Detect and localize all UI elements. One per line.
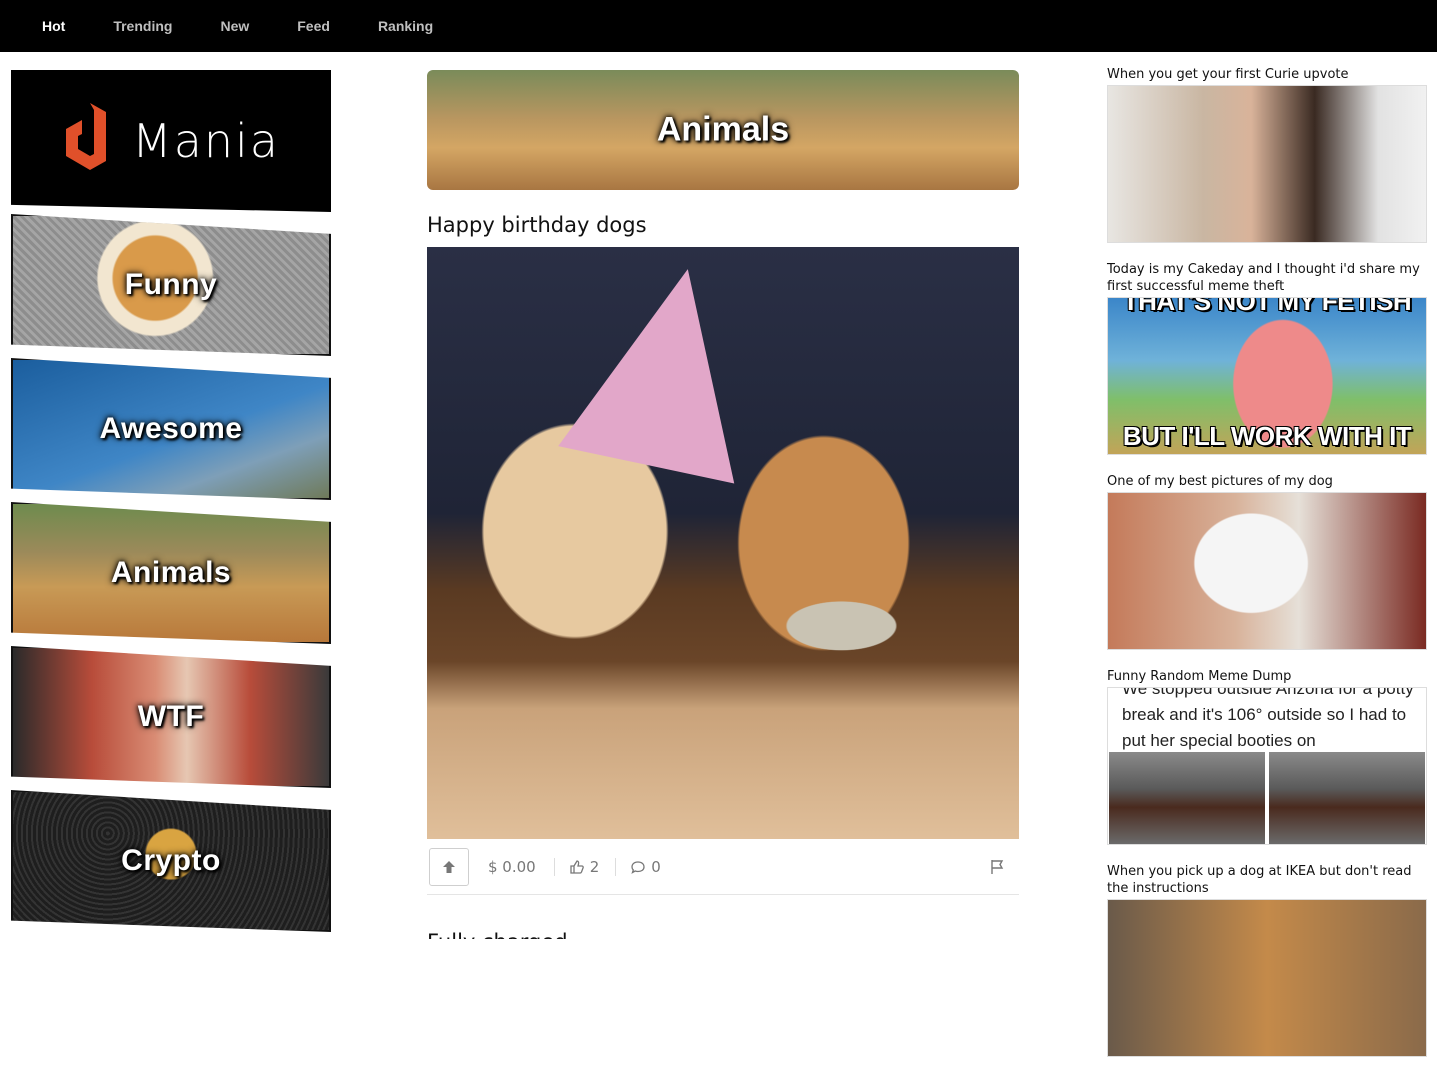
category-label: Crypto [121, 844, 221, 877]
nav-hot[interactable]: Hot [42, 18, 65, 34]
sidebar-post-title[interactable]: When you pick up a dog at IKEA but don't… [1107, 863, 1427, 897]
meme-top-text: THAT'S NOT MY FETISH [1122, 297, 1412, 316]
trending-sidebar: When you get your first Curie upvote Tod… [1107, 66, 1427, 1075]
sidebar-post[interactable]: When you get your first Curie upvote [1107, 66, 1427, 243]
sidebar-post-image[interactable]: We stopped outside Arizona for a potty b… [1107, 687, 1427, 845]
nav-ranking[interactable]: Ranking [378, 18, 433, 34]
sidebar-post-image[interactable] [1107, 492, 1427, 650]
category-label: WTF [137, 700, 205, 733]
likes-value: 2 [589, 857, 600, 876]
nav-feed[interactable]: Feed [297, 18, 330, 34]
post-title[interactable]: Happy birthday dogs [427, 212, 1019, 238]
next-post-title[interactable]: Fully charged [427, 929, 1019, 939]
post-actions-bar: $ 0.00 2 0 [427, 839, 1019, 895]
site-logo[interactable]: Mania [11, 70, 331, 212]
comment-icon [631, 860, 645, 874]
likes-count[interactable]: 2 [569, 857, 617, 876]
tweet-photos [1109, 752, 1425, 844]
category-label: Awesome [99, 412, 243, 445]
flag-icon[interactable] [989, 858, 1007, 876]
sidebar-post-title[interactable]: Funny Random Meme Dump [1107, 668, 1427, 685]
sidebar-post-title[interactable]: Today is my Cakeday and I thought i'd sh… [1107, 261, 1427, 295]
category-crypto[interactable]: Crypto [11, 790, 331, 932]
sidebar-post-title[interactable]: One of my best pictures of my dog [1107, 473, 1427, 490]
arrow-up-icon [443, 860, 455, 873]
category-awesome[interactable]: Awesome [11, 358, 331, 500]
thumbs-up-icon [570, 859, 584, 874]
post-image[interactable] [427, 247, 1019, 839]
sidebar-post-image[interactable] [1107, 85, 1427, 243]
sidebar-post[interactable]: Today is my Cakeday and I thought i'd sh… [1107, 261, 1427, 455]
category-sidebar: Mania Funny Awesome Animals WTF Crypto [11, 70, 331, 932]
upvote-button[interactable] [429, 847, 469, 886]
comments-value: 0 [651, 857, 661, 876]
party-hat-shape [558, 250, 776, 484]
sidebar-post[interactable]: Funny Random Meme Dump We stopped outsid… [1107, 668, 1427, 845]
nav-new[interactable]: New [220, 18, 249, 34]
top-nav: Hot Trending New Feed Ranking [0, 0, 1437, 52]
main-feed: Animals Happy birthday dogs $ 0.00 2 0 F [427, 70, 1019, 939]
tweet-text: We stopped outside Arizona for a potty b… [1122, 687, 1414, 750]
category-label: Funny [124, 268, 218, 301]
logo-mark-icon [66, 103, 106, 170]
nav-trending[interactable]: Trending [113, 18, 172, 34]
category-animals[interactable]: Animals [11, 502, 331, 644]
sidebar-post-image[interactable]: THAT'S NOT MY FETISH BUT I'LL WORK WITH … [1107, 297, 1427, 455]
sidebar-post-title[interactable]: When you get your first Curie upvote [1107, 66, 1427, 83]
hero-label: Animals [656, 110, 790, 149]
sidebar-post-image[interactable] [1107, 899, 1427, 1057]
category-wtf[interactable]: WTF [11, 646, 331, 788]
category-funny[interactable]: Funny [11, 214, 331, 356]
logo-text: Mania [132, 114, 280, 168]
sidebar-post[interactable]: When you pick up a dog at IKEA but don't… [1107, 863, 1427, 1057]
category-hero-banner: Animals [427, 70, 1019, 190]
meme-bottom-text: BUT I'LL WORK WITH IT [1122, 421, 1412, 451]
sidebar-post[interactable]: One of my best pictures of my dog [1107, 473, 1427, 650]
comments-count[interactable]: 0 [630, 858, 661, 876]
category-label: Animals [110, 556, 232, 589]
post-payout: $ 0.00 [488, 857, 555, 876]
